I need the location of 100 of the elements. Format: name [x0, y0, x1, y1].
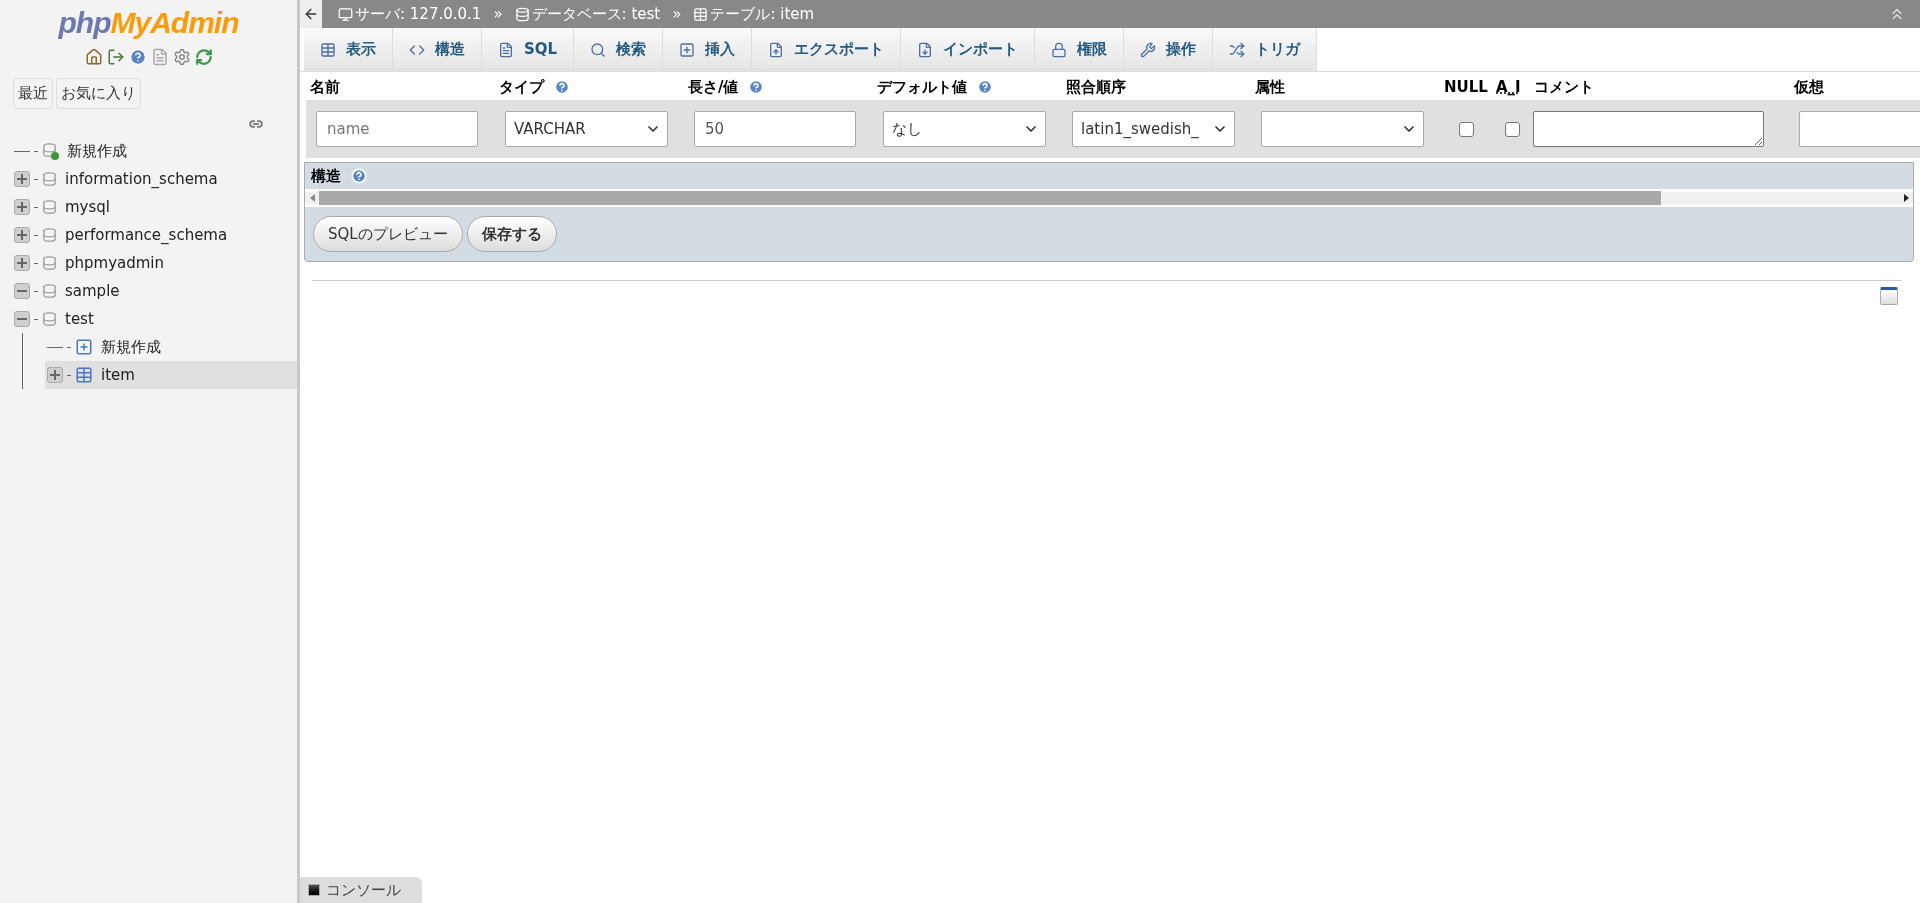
tab[interactable]: インポート — [901, 28, 1036, 71]
tree-item[interactable]: test — [12, 305, 297, 333]
tab[interactable]: 検索 — [574, 28, 664, 71]
action-button[interactable]: 保存する — [466, 216, 557, 252]
input-field[interactable] — [1799, 111, 1920, 147]
tree-item[interactable]: mysql — [12, 193, 297, 221]
tree-item[interactable]: phpmyadmin — [12, 249, 297, 277]
column-header: デフォルト値 — [877, 76, 967, 98]
lock-icon — [1051, 41, 1068, 58]
input-field[interactable]: 50 — [694, 111, 856, 147]
collapse-icon[interactable] — [14, 311, 30, 327]
help-icon[interactable] — [977, 79, 993, 95]
database-icon — [42, 311, 57, 327]
tree-item[interactable]: performance_schema — [12, 221, 297, 249]
tab[interactable]: トリガ — [1213, 28, 1318, 71]
sidebar-button[interactable]: お気に入り — [56, 78, 141, 109]
select-field[interactable]: なし — [883, 111, 1046, 147]
console-tab[interactable]: コンソール — [300, 877, 422, 903]
exit-icon[interactable] — [106, 48, 125, 66]
expand-icon[interactable] — [47, 367, 63, 383]
new-table-icon — [75, 338, 93, 356]
document-icon[interactable] — [150, 48, 169, 66]
reload-icon[interactable] — [194, 48, 213, 66]
import-icon — [917, 41, 934, 58]
database-icon — [514, 6, 530, 22]
link-icon[interactable] — [247, 117, 265, 131]
expand-icon[interactable] — [14, 199, 30, 215]
search-icon — [590, 41, 607, 58]
tab[interactable]: SQL — [482, 28, 575, 71]
wrench-icon — [1140, 41, 1157, 58]
column-header: 名前 — [310, 76, 340, 98]
expand-icon[interactable] — [14, 255, 30, 271]
select-field[interactable]: latin1_swedish_ — [1072, 111, 1235, 147]
collapse-icon[interactable] — [14, 283, 30, 299]
comment-field[interactable] — [1533, 111, 1764, 147]
tab[interactable]: 権限 — [1035, 28, 1125, 71]
database-icon — [42, 199, 57, 215]
tab[interactable]: 挿入 — [663, 28, 753, 71]
action-button[interactable]: SQLのプレビュー — [313, 216, 463, 252]
breadcrumb-separator: » — [672, 3, 682, 25]
tab[interactable]: エクスポート — [752, 28, 902, 71]
input-field[interactable]: name — [316, 111, 478, 147]
table-icon — [693, 6, 709, 22]
horizontal-scrollbar[interactable] — [305, 189, 1913, 207]
column-header: コメント — [1534, 76, 1594, 98]
tab[interactable]: 表示 — [304, 28, 393, 71]
checkbox[interactable] — [1459, 121, 1474, 137]
sidebar-button[interactable]: 最近 — [13, 78, 53, 109]
column-header: NULL — [1444, 76, 1488, 98]
settings-icon[interactable] — [172, 48, 191, 66]
back-icon — [303, 6, 319, 22]
back-button[interactable] — [300, 0, 322, 28]
breadcrumb-link[interactable]: テーブル: item — [710, 2, 815, 26]
window-icon[interactable] — [1880, 287, 1898, 305]
database-icon — [42, 227, 57, 243]
database-icon — [42, 171, 57, 187]
tab[interactable]: 構造 — [393, 28, 482, 71]
tree-label: phpmyadmin — [65, 252, 165, 274]
checkbox[interactable] — [1505, 121, 1520, 137]
server-icon — [338, 6, 353, 22]
tree-label: information_schema — [65, 168, 218, 190]
tree-item[interactable]: item — [45, 361, 297, 389]
database-icon — [42, 283, 57, 299]
console-icon — [308, 884, 320, 896]
tree-item[interactable]: sample — [12, 277, 297, 305]
tree-label: 新規作成 — [67, 140, 127, 162]
help-icon[interactable] — [351, 168, 367, 184]
new-database-icon — [42, 142, 59, 160]
help-icon[interactable] — [748, 79, 765, 95]
breadcrumb-link[interactable]: データベース: test — [531, 2, 661, 26]
tree-item[interactable]: information_schema — [12, 165, 297, 193]
export-icon — [768, 41, 785, 58]
tree-label: mysql — [65, 196, 110, 218]
document-icon — [498, 41, 514, 58]
table-icon — [320, 41, 336, 58]
breadcrumb-separator: » — [493, 3, 503, 25]
select-field[interactable]: VARCHAR — [505, 111, 668, 147]
select-field[interactable] — [1261, 111, 1424, 147]
breadcrumb-link[interactable]: サーバ: 127.0.0.1 — [355, 2, 482, 26]
table-icon — [75, 366, 93, 384]
help-icon[interactable] — [128, 48, 147, 66]
shuffle-icon — [1229, 41, 1246, 58]
column-header: A_I — [1496, 76, 1521, 98]
expand-icon[interactable] — [14, 227, 30, 243]
tree-label: 新規作成 — [101, 336, 161, 358]
tree-label: test — [65, 308, 94, 330]
home-icon[interactable] — [84, 48, 103, 66]
help-icon[interactable] — [554, 79, 570, 95]
tree-item[interactable]: 新規作成 — [12, 137, 297, 165]
section-title: 構造 — [311, 165, 341, 187]
column-header: 照合順序 — [1066, 76, 1126, 98]
insert-icon — [679, 41, 696, 58]
tab[interactable]: 操作 — [1124, 28, 1214, 71]
column-header: 長さ/値 — [688, 76, 739, 98]
logo[interactable]: phpMyAdmin — [58, 4, 239, 42]
tree-label: item — [101, 364, 135, 386]
tree-item[interactable]: 新規作成 — [45, 333, 297, 361]
expand-icon[interactable] — [14, 171, 30, 187]
column-header: 属性 — [1255, 76, 1285, 98]
console-label: コンソール — [326, 879, 401, 901]
